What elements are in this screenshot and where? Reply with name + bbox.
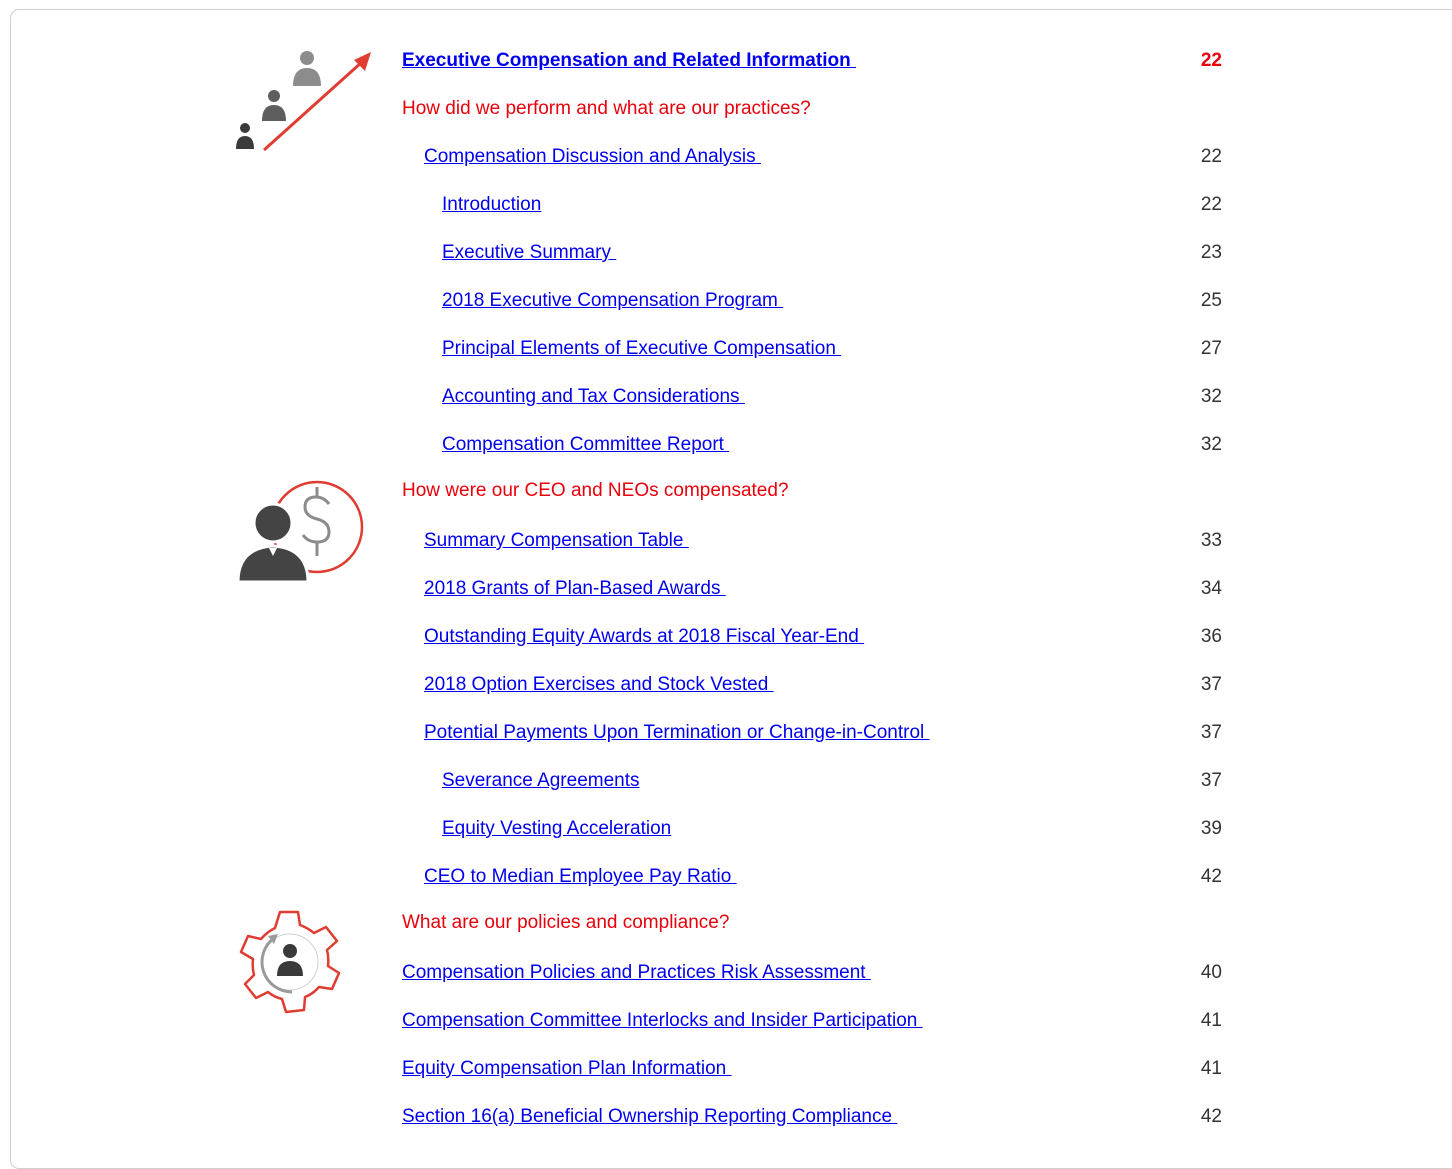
toc-row: 2018 Grants of Plan-Based Awards 34 [0, 574, 1452, 604]
page-number: 39 [1200, 818, 1222, 839]
toc-link[interactable]: Executive Summary [442, 238, 616, 268]
page-number: 25 [1200, 290, 1222, 311]
page-number: 32 [1200, 386, 1222, 407]
page-number: 22 [1200, 50, 1222, 71]
toc-row: Equity Compensation Plan Information 41 [0, 1054, 1452, 1084]
toc-link[interactable]: 2018 Option Exercises and Stock Vested [424, 670, 774, 700]
toc-row: Principal Elements of Executive Compensa… [0, 334, 1452, 364]
toc-row: Executive Summary 23 [0, 238, 1452, 268]
toc-row: Executive Compensation and Related Infor… [0, 46, 1452, 76]
toc-link[interactable]: 2018 Grants of Plan-Based Awards [424, 574, 726, 604]
toc-link[interactable]: Section 16(a) Beneficial Ownership Repor… [402, 1102, 897, 1132]
toc-row: Accounting and Tax Considerations 32 [0, 382, 1452, 412]
page-number: 42 [1200, 866, 1222, 887]
page-number: 41 [1200, 1010, 1222, 1031]
page-number: 27 [1200, 338, 1222, 359]
section-question: What are our policies and compliance? [402, 912, 730, 933]
page-number: 37 [1200, 674, 1222, 695]
toc-link[interactable]: Compensation Policies and Practices Risk… [402, 958, 871, 988]
page-number: 41 [1200, 1058, 1222, 1079]
toc-row: Compensation Discussion and Analysis 22 [0, 142, 1452, 172]
section-question: How did we perform and what are our prac… [402, 98, 811, 119]
page-number: 22 [1200, 194, 1222, 215]
page-number: 32 [1200, 434, 1222, 455]
section-question: How were our CEO and NEOs compensated? [402, 480, 789, 501]
toc-link[interactable]: Summary Compensation Table [424, 526, 689, 556]
toc-link[interactable]: CEO to Median Employee Pay Ratio [424, 862, 737, 892]
toc-link[interactable]: Severance Agreements [442, 766, 640, 796]
toc-link[interactable]: Compensation Committee Interlocks and In… [402, 1006, 923, 1036]
toc-row: Outstanding Equity Awards at 2018 Fiscal… [0, 622, 1452, 652]
toc-row: 2018 Executive Compensation Program 25 [0, 286, 1452, 316]
toc-row: Summary Compensation Table 33 [0, 526, 1452, 556]
page-number: 22 [1200, 146, 1222, 167]
toc-link-executive-compensation[interactable]: Executive Compensation and Related Infor… [402, 46, 856, 76]
page-number: 40 [1200, 962, 1222, 983]
toc-link[interactable]: Equity Vesting Acceleration [442, 814, 671, 844]
toc-row: Compensation Committee Report 32 [0, 430, 1452, 460]
page-number: 23 [1200, 242, 1222, 263]
toc-link[interactable]: Potential Payments Upon Termination or C… [424, 718, 930, 748]
toc-link[interactable]: 2018 Executive Compensation Program [442, 286, 783, 316]
toc-row: CEO to Median Employee Pay Ratio 42 [0, 862, 1452, 892]
toc-link[interactable]: Principal Elements of Executive Compensa… [442, 334, 841, 364]
toc-row: Introduction 22 [0, 190, 1452, 220]
toc-link[interactable]: Compensation Committee Report [442, 430, 729, 460]
page-number: 36 [1200, 626, 1222, 647]
toc-row: Section 16(a) Beneficial Ownership Repor… [0, 1102, 1452, 1132]
toc-link[interactable]: Equity Compensation Plan Information [402, 1054, 732, 1084]
toc-row: Severance Agreements 37 [0, 766, 1452, 796]
toc-link[interactable]: Introduction [442, 190, 541, 220]
toc-link[interactable]: Compensation Discussion and Analysis [424, 142, 761, 172]
toc-row: Compensation Committee Interlocks and In… [0, 1006, 1452, 1036]
toc-row: 2018 Option Exercises and Stock Vested 3… [0, 670, 1452, 700]
toc-row: Potential Payments Upon Termination or C… [0, 718, 1452, 748]
toc-link[interactable]: Outstanding Equity Awards at 2018 Fiscal… [424, 622, 864, 652]
toc-row: Compensation Policies and Practices Risk… [0, 958, 1452, 988]
page-number: 37 [1200, 770, 1222, 791]
toc-row: Equity Vesting Acceleration 39 [0, 814, 1452, 844]
toc-link[interactable]: Accounting and Tax Considerations [442, 382, 745, 412]
page-number: 42 [1200, 1106, 1222, 1127]
page-number: 37 [1200, 722, 1222, 743]
page-number: 34 [1200, 578, 1222, 599]
page-number: 33 [1200, 530, 1222, 551]
